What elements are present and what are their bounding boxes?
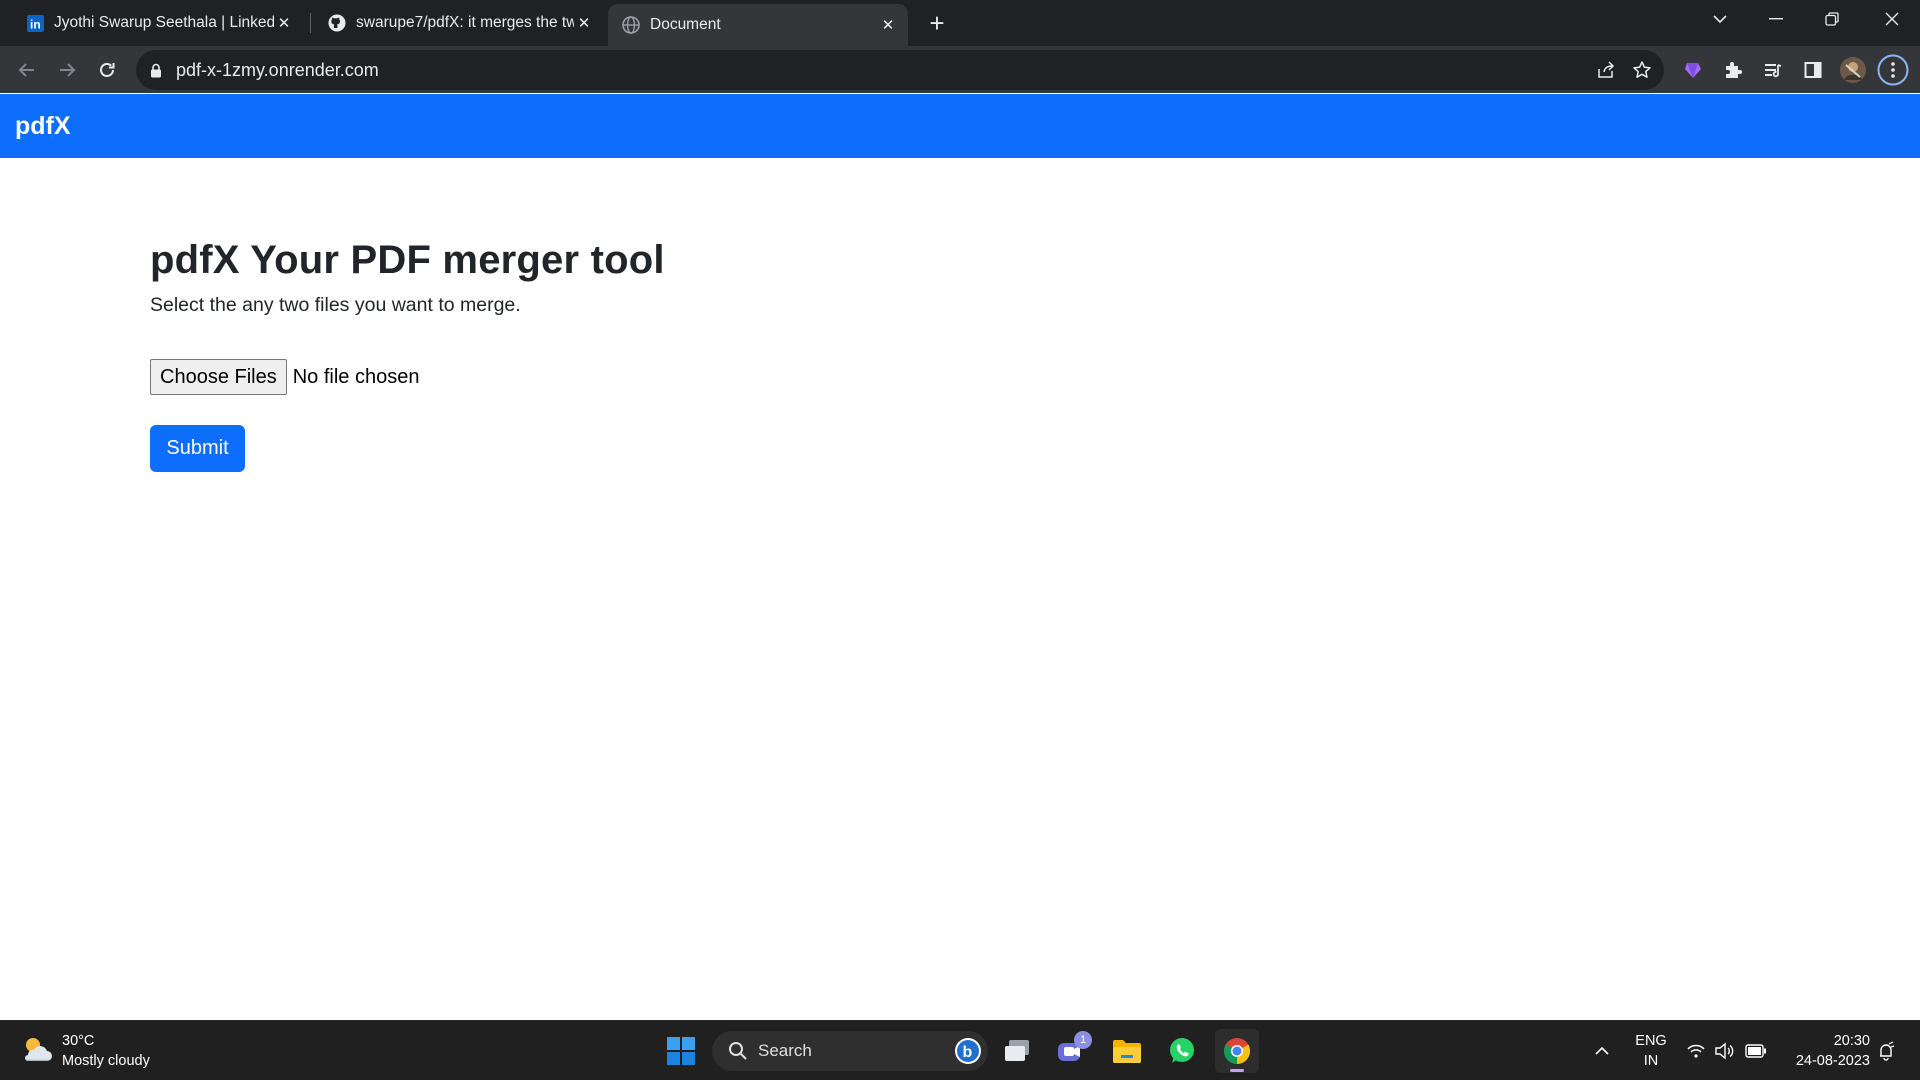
tab-title: Jyothi Swarup Seethala | LinkedIn <box>54 14 274 31</box>
windows-taskbar: 30°C Mostly cloudy Search b 1 ENG IN 20:… <box>0 1020 1920 1080</box>
browser-tab-strip: in Jyothi Swarup Seethala | LinkedIn ✕ s… <box>0 0 1920 46</box>
lock-icon[interactable] <box>150 63 162 78</box>
tab-linkedin[interactable]: in Jyothi Swarup Seethala | LinkedIn ✕ <box>12 5 304 41</box>
chrome-menu-icon[interactable] <box>1876 53 1910 87</box>
side-panel-icon[interactable] <box>1796 53 1830 87</box>
chrome-taskbar-icon[interactable] <box>1215 1029 1259 1073</box>
url-text: pdf-x-1zmy.onrender.com <box>176 59 379 80</box>
weather-widget[interactable]: 30°C Mostly cloudy <box>20 1031 150 1071</box>
new-tab-plus-icon[interactable]: + <box>922 8 952 38</box>
page-title: pdfX Your PDF merger tool <box>150 238 665 282</box>
bing-icon[interactable]: b <box>954 1037 982 1065</box>
globe-icon <box>622 16 640 34</box>
taskbar-search-box[interactable]: Search b <box>712 1031 988 1071</box>
share-icon[interactable] <box>1596 60 1616 80</box>
teams-notification-badge: 1 <box>1074 1031 1092 1049</box>
media-queue-icon[interactable] <box>1756 53 1790 87</box>
battery-icon[interactable] <box>1744 1039 1768 1063</box>
search-icon <box>728 1041 748 1061</box>
file-status-text: No file chosen <box>292 365 420 388</box>
forward-arrow-icon[interactable] <box>50 53 84 87</box>
file-explorer-icon[interactable] <box>1105 1029 1149 1073</box>
language-code: ENG <box>1635 1033 1667 1049</box>
windows-start-icon[interactable] <box>659 1029 703 1073</box>
weather-description: Mostly cloudy <box>62 1053 150 1069</box>
site-navbar: pdfX <box>0 94 1920 158</box>
cloudy-weather-icon <box>20 1034 54 1069</box>
clock[interactable]: 20:30 24-08-2023 <box>1780 1031 1870 1071</box>
close-icon[interactable]: ✕ <box>574 13 594 33</box>
bookmark-star-icon[interactable] <box>1632 60 1652 80</box>
weather-temperature: 30°C <box>62 1033 95 1049</box>
github-icon <box>328 14 346 32</box>
extensions-puzzle-icon[interactable] <box>1716 53 1750 87</box>
minimize-icon[interactable] <box>1748 0 1804 38</box>
whatsapp-icon[interactable] <box>1160 1029 1204 1073</box>
svg-text:b: b <box>963 1044 973 1061</box>
teams-chat-icon[interactable]: 1 <box>1050 1029 1094 1073</box>
main-content: pdfX Your PDF merger tool Select the any… <box>150 236 665 472</box>
choose-files-button[interactable]: Choose Files <box>150 359 287 395</box>
language-indicator[interactable]: ENG IN <box>1628 1031 1674 1071</box>
back-arrow-icon[interactable] <box>10 53 44 87</box>
volume-icon[interactable] <box>1712 1039 1736 1063</box>
tab-separator <box>310 13 311 33</box>
reload-icon[interactable] <box>90 53 124 87</box>
navbar-brand[interactable]: pdfX <box>15 112 71 141</box>
address-bar[interactable]: pdf-x-1zmy.onrender.com <box>136 50 1664 90</box>
svg-text:in: in <box>30 17 41 31</box>
show-hidden-icons-chevron-up-icon[interactable] <box>1590 1039 1614 1063</box>
wifi-icon[interactable] <box>1684 1039 1708 1063</box>
tab-document[interactable]: Document ✕ <box>608 4 908 46</box>
tab-title: Document <box>650 16 721 33</box>
search-label: Search <box>758 1041 812 1060</box>
close-icon[interactable]: ✕ <box>274 13 294 33</box>
tab-title: swarupe7/pdfX: it merges the tw <box>356 14 574 31</box>
region-code: IN <box>1643 1053 1659 1069</box>
restore-icon[interactable] <box>1804 0 1860 38</box>
page-subtitle: Select the any two files you want to mer… <box>150 294 521 316</box>
tab-search-chevron-down-icon[interactable] <box>1692 0 1748 38</box>
clock-time: 20:30 <box>1833 1033 1870 1049</box>
close-icon[interactable]: ✕ <box>878 15 898 35</box>
tab-github[interactable]: swarupe7/pdfX: it merges the tw ✕ <box>314 5 604 41</box>
browser-toolbar: pdf-x-1zmy.onrender.com <box>0 46 1920 93</box>
active-app-indicator <box>1230 1069 1244 1072</box>
file-input[interactable]: Choose Files No file chosen <box>150 359 665 395</box>
submit-button[interactable]: Submit <box>150 425 245 472</box>
notification-bell-icon[interactable] <box>1874 1039 1898 1063</box>
extension-gem-icon[interactable] <box>1676 53 1710 87</box>
close-window-icon[interactable] <box>1864 0 1920 38</box>
clock-date: 24-08-2023 <box>1795 1053 1870 1069</box>
linkedin-icon: in <box>26 14 44 32</box>
profile-avatar[interactable] <box>1836 53 1870 87</box>
task-view-icon[interactable] <box>995 1029 1039 1073</box>
